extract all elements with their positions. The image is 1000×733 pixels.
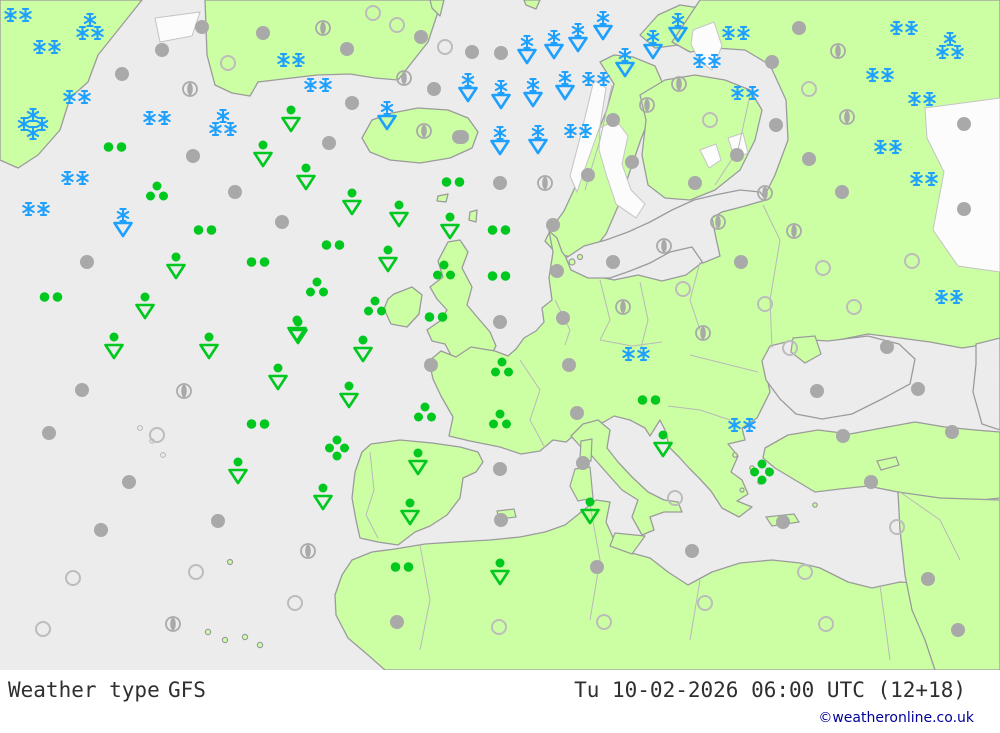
weather-symbol-overcast [256,26,270,40]
weather-symbol-overcast [576,456,590,470]
weather-symbol-overcast [345,96,359,110]
weather-symbol-overcast [556,311,570,325]
weather-symbol-overcast [730,148,744,162]
weather-symbol-overcast [546,218,560,232]
weather-symbol-overcast [606,255,620,269]
footer-bar: Weather type GFS Tu 10-02-2026 06:00 UTC… [0,670,1000,733]
weather-symbol-overcast [122,475,136,489]
weather-symbol-overcast [424,358,438,372]
weather-symbol-overcast [581,168,595,182]
weather-symbol-overcast [390,615,404,629]
weather-symbol-overcast [792,21,806,35]
weather-symbol-overcast [322,136,336,150]
weather-symbol-overcast [606,113,620,127]
weather-symbol-overcast [42,426,56,440]
europe-map-svg [0,0,1000,670]
weather-symbol-overcast [94,523,108,537]
weather-symbol-overcast [688,176,702,190]
weather-symbol-overcast [493,315,507,329]
weather-symbol-overcast [685,544,699,558]
weather-symbol-overcast [455,130,469,144]
map-type-label: Weather type [8,678,160,702]
weather-symbol-overcast [769,118,783,132]
weather-symbol-overcast [957,117,971,131]
weather-symbol-overcast [75,383,89,397]
weather-symbol-overcast [765,55,779,69]
weather-symbol-overcast [340,42,354,56]
weather-map [0,0,1000,670]
weather-symbol-overcast [115,67,129,81]
weather-symbol-overcast [155,43,169,57]
weather-symbol-overcast [836,429,850,443]
weather-symbol-overcast [911,382,925,396]
weather-symbol-overcast [550,264,564,278]
weather-symbol-overcast [494,513,508,527]
weather-symbol-overcast [734,255,748,269]
weather-symbol-overcast [80,255,94,269]
run-datetime: Tu 10-02-2026 06:00 UTC (12+18) [574,678,966,702]
weather-symbol-overcast [864,475,878,489]
weather-symbol-overcast [427,82,441,96]
weather-symbol-overcast [957,202,971,216]
weather-symbol-overcast [562,358,576,372]
weather-symbol-overcast [921,572,935,586]
weather-symbol-overcast [570,406,584,420]
weather-symbol-overcast [590,560,604,574]
weather-symbol-overcast [810,384,824,398]
model-label: GFS [168,678,206,702]
weather-symbol-overcast [228,185,242,199]
weather-symbol-overcast [951,623,965,637]
weather-symbol-overcast [880,340,894,354]
weather-symbol-overcast [493,462,507,476]
weather-symbol-overcast [776,515,790,529]
weather-symbol-overcast [493,176,507,190]
weather-symbol-overcast [835,185,849,199]
weather-symbol-overcast [625,155,639,169]
copyright-link[interactable]: ©weatheronline.co.uk [818,710,974,726]
weather-symbol-overcast [195,20,209,34]
weather-symbol-overcast [465,45,479,59]
weather-symbol-overcast [211,514,225,528]
weather-symbol-overcast [494,46,508,60]
weather-symbol-overcast [802,152,816,166]
weather-symbol-overcast [186,149,200,163]
weather-symbol-overcast [275,215,289,229]
weather-symbol-overcast [945,425,959,439]
weather-map-page: Weather type GFS Tu 10-02-2026 06:00 UTC… [0,0,1000,733]
weather-symbol-overcast [414,30,428,44]
